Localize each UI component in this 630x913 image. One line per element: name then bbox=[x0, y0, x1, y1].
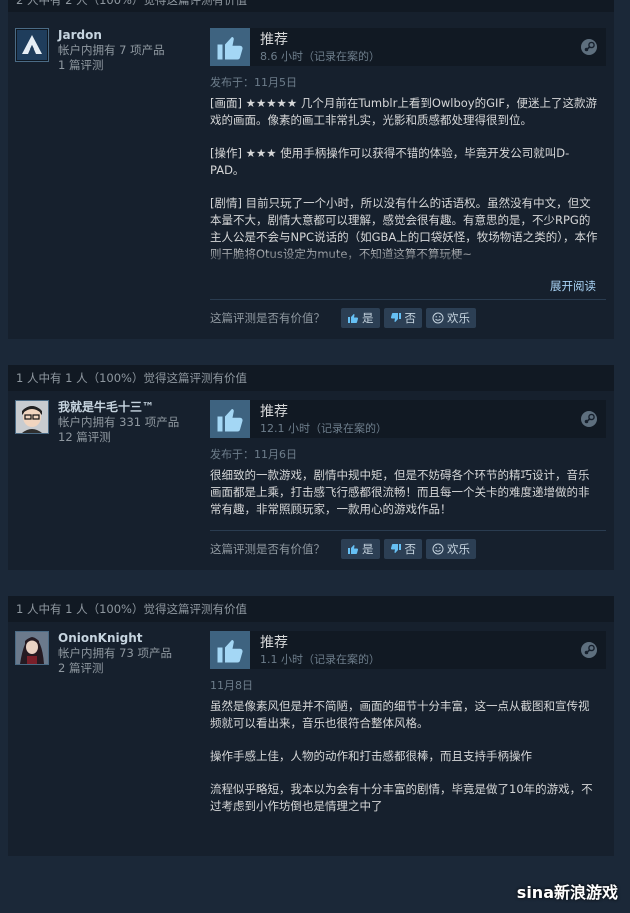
review-card: 1 人中有 1 人（100%）觉得这篇评测有价值 OnionKnight 帐户内… bbox=[8, 596, 614, 856]
vote-yes-button[interactable]: 是 bbox=[341, 308, 380, 328]
thumbs-up-icon bbox=[210, 631, 250, 669]
author-block[interactable]: OnionKnight 帐户内拥有 73 项产品 2 篇评测 bbox=[8, 631, 210, 815]
helpful-summary: 1 人中有 1 人（100%）觉得这篇评测有价值 bbox=[8, 596, 614, 622]
vote-yes-label: 是 bbox=[362, 311, 374, 325]
posted-date: 发布于：11月5日 bbox=[210, 76, 297, 89]
vote-yes-button[interactable]: 是 bbox=[341, 539, 380, 559]
thumbs-up-icon bbox=[210, 400, 250, 438]
thumbs-down-icon bbox=[390, 544, 401, 553]
helpful-question: 这篇评测是否有价值？ bbox=[210, 542, 325, 556]
review-count[interactable]: 12 篇评测 bbox=[58, 430, 179, 445]
products-owned[interactable]: 帐户内拥有 331 项产品 bbox=[58, 415, 179, 430]
hours-played: 12.1 小时（记录在案的） bbox=[260, 421, 387, 435]
watermark-text: sina新浪游戏 bbox=[516, 883, 618, 902]
review-paragraph: 很细致的一款游戏，剧情中规中矩，但是不妨碍各个环节的精巧设计，音乐画面都是上乘，… bbox=[210, 468, 590, 516]
author-block[interactable]: 我就是牛毛十三™ 帐户内拥有 331 项产品 12 篇评测 bbox=[8, 400, 210, 570]
avatar[interactable] bbox=[15, 631, 49, 665]
recommend-label: 推荐 bbox=[260, 403, 288, 420]
vote-funny-label: 欢乐 bbox=[447, 542, 470, 556]
recommendation-header[interactable]: 推荐 12.1 小时（记录在案的） bbox=[210, 400, 606, 438]
steam-icon bbox=[580, 38, 598, 59]
review-count[interactable]: 2 篇评测 bbox=[58, 661, 172, 676]
author-block[interactable]: Jardon 帐户内拥有 7 项产品 1 篇评测 bbox=[8, 28, 210, 339]
helpful-summary: 1 人中有 1 人（100%）觉得这篇评测有价值 bbox=[8, 365, 614, 391]
review-paragraph: [剧情] 目前只玩了一个小时，所以没有什么的话语权。虽然没有中文，但文本量不大，… bbox=[210, 196, 598, 261]
posted-date: 11月8日 bbox=[210, 679, 253, 692]
review-card: 1 人中有 1 人（100%）觉得这篇评测有价值 我就是牛毛十三™ 帐户内拥有 … bbox=[8, 365, 614, 570]
steam-icon bbox=[580, 641, 598, 662]
posted-date: 发布于：11月6日 bbox=[210, 448, 297, 461]
hours-played: 1.1 小时（记录在案的） bbox=[260, 652, 380, 666]
sina-games-watermark: sina新浪游戏 bbox=[517, 879, 618, 903]
recommend-label: 推荐 bbox=[260, 634, 288, 651]
recommend-label: 推荐 bbox=[260, 31, 288, 48]
review-paragraph: 流程似乎略短，我本以为会有十分丰富的剧情，毕竟是做了10年的游戏，不过考虑到小作… bbox=[210, 782, 593, 813]
vote-no-label: 否 bbox=[404, 311, 417, 325]
avatar[interactable] bbox=[15, 28, 49, 62]
vote-controls: 这篇评测是否有价值？ 是 否 欢乐 bbox=[210, 299, 606, 339]
review-paragraph: [操作] ★★★ 使用手柄操作可以获得不错的体验，毕竟开发公司就叫D-PAD。 bbox=[210, 146, 570, 177]
vote-funny-button[interactable]: 欢乐 bbox=[426, 539, 476, 559]
smiley-icon bbox=[432, 312, 444, 324]
review-paragraph: [画面] ★★★★★ 几个月前在Tumblr上看到Owlboy的GIF，便迷上了… bbox=[210, 96, 598, 127]
recommendation-header[interactable]: 推荐 8.6 小时（记录在案的） bbox=[210, 28, 606, 66]
review-text: 虽然是像素风但是并不简陋，画面的细节十分丰富，这一点从截图和宣传视频就可以看出来… bbox=[210, 698, 606, 815]
vote-no-button[interactable]: 否 bbox=[383, 308, 422, 328]
review-paragraph: 虽然是像素风但是并不简陋，画面的细节十分丰富，这一点从截图和宣传视频就可以看出来… bbox=[210, 699, 590, 730]
smiley-icon bbox=[432, 543, 444, 555]
products-owned[interactable]: 帐户内拥有 73 项产品 bbox=[58, 646, 172, 661]
products-owned[interactable]: 帐户内拥有 7 项产品 bbox=[58, 43, 165, 58]
recommendation-header[interactable]: 推荐 1.1 小时（记录在案的） bbox=[210, 631, 606, 669]
thumbs-down-icon bbox=[390, 313, 401, 322]
review-text: [画面] ★★★★★ 几个月前在Tumblr上看到Owlboy的GIF，便迷上了… bbox=[210, 95, 606, 267]
vote-yes-label: 是 bbox=[362, 542, 374, 556]
hours-played: 8.6 小时（记录在案的） bbox=[260, 49, 380, 63]
username[interactable]: 我就是牛毛十三™ bbox=[58, 400, 179, 415]
read-more-link[interactable]: 展开阅读 bbox=[210, 279, 606, 293]
thumbs-up-icon bbox=[210, 28, 250, 66]
review-card: 2 人中有 2 人（100%）觉得这篇评测有价值 Jardon 帐户内拥有 7 … bbox=[8, 0, 614, 339]
steam-icon bbox=[580, 410, 598, 431]
helpful-summary: 2 人中有 2 人（100%）觉得这篇评测有价值 bbox=[8, 0, 614, 12]
review-count[interactable]: 1 篇评测 bbox=[58, 58, 165, 73]
thumbs-up-icon bbox=[348, 314, 359, 323]
review-paragraph: 操作手感上佳，人物的动作和打击感都很棒，而且支持手柄操作 bbox=[210, 749, 532, 763]
username[interactable]: Jardon bbox=[58, 28, 165, 43]
helpful-question: 这篇评测是否有价值？ bbox=[210, 311, 325, 325]
avatar[interactable] bbox=[15, 400, 49, 434]
vote-no-button[interactable]: 否 bbox=[383, 539, 422, 559]
vote-controls: 这篇评测是否有价值？ 是 否 欢乐 bbox=[210, 530, 606, 570]
thumbs-up-icon bbox=[348, 545, 359, 554]
vote-no-label: 否 bbox=[404, 542, 417, 556]
review-text: 很细致的一款游戏，剧情中规中矩，但是不妨碍各个环节的精巧设计，音乐画面都是上乘，… bbox=[210, 467, 606, 518]
vote-funny-button[interactable]: 欢乐 bbox=[426, 308, 476, 328]
vote-funny-label: 欢乐 bbox=[447, 311, 470, 325]
username[interactable]: OnionKnight bbox=[58, 631, 172, 646]
